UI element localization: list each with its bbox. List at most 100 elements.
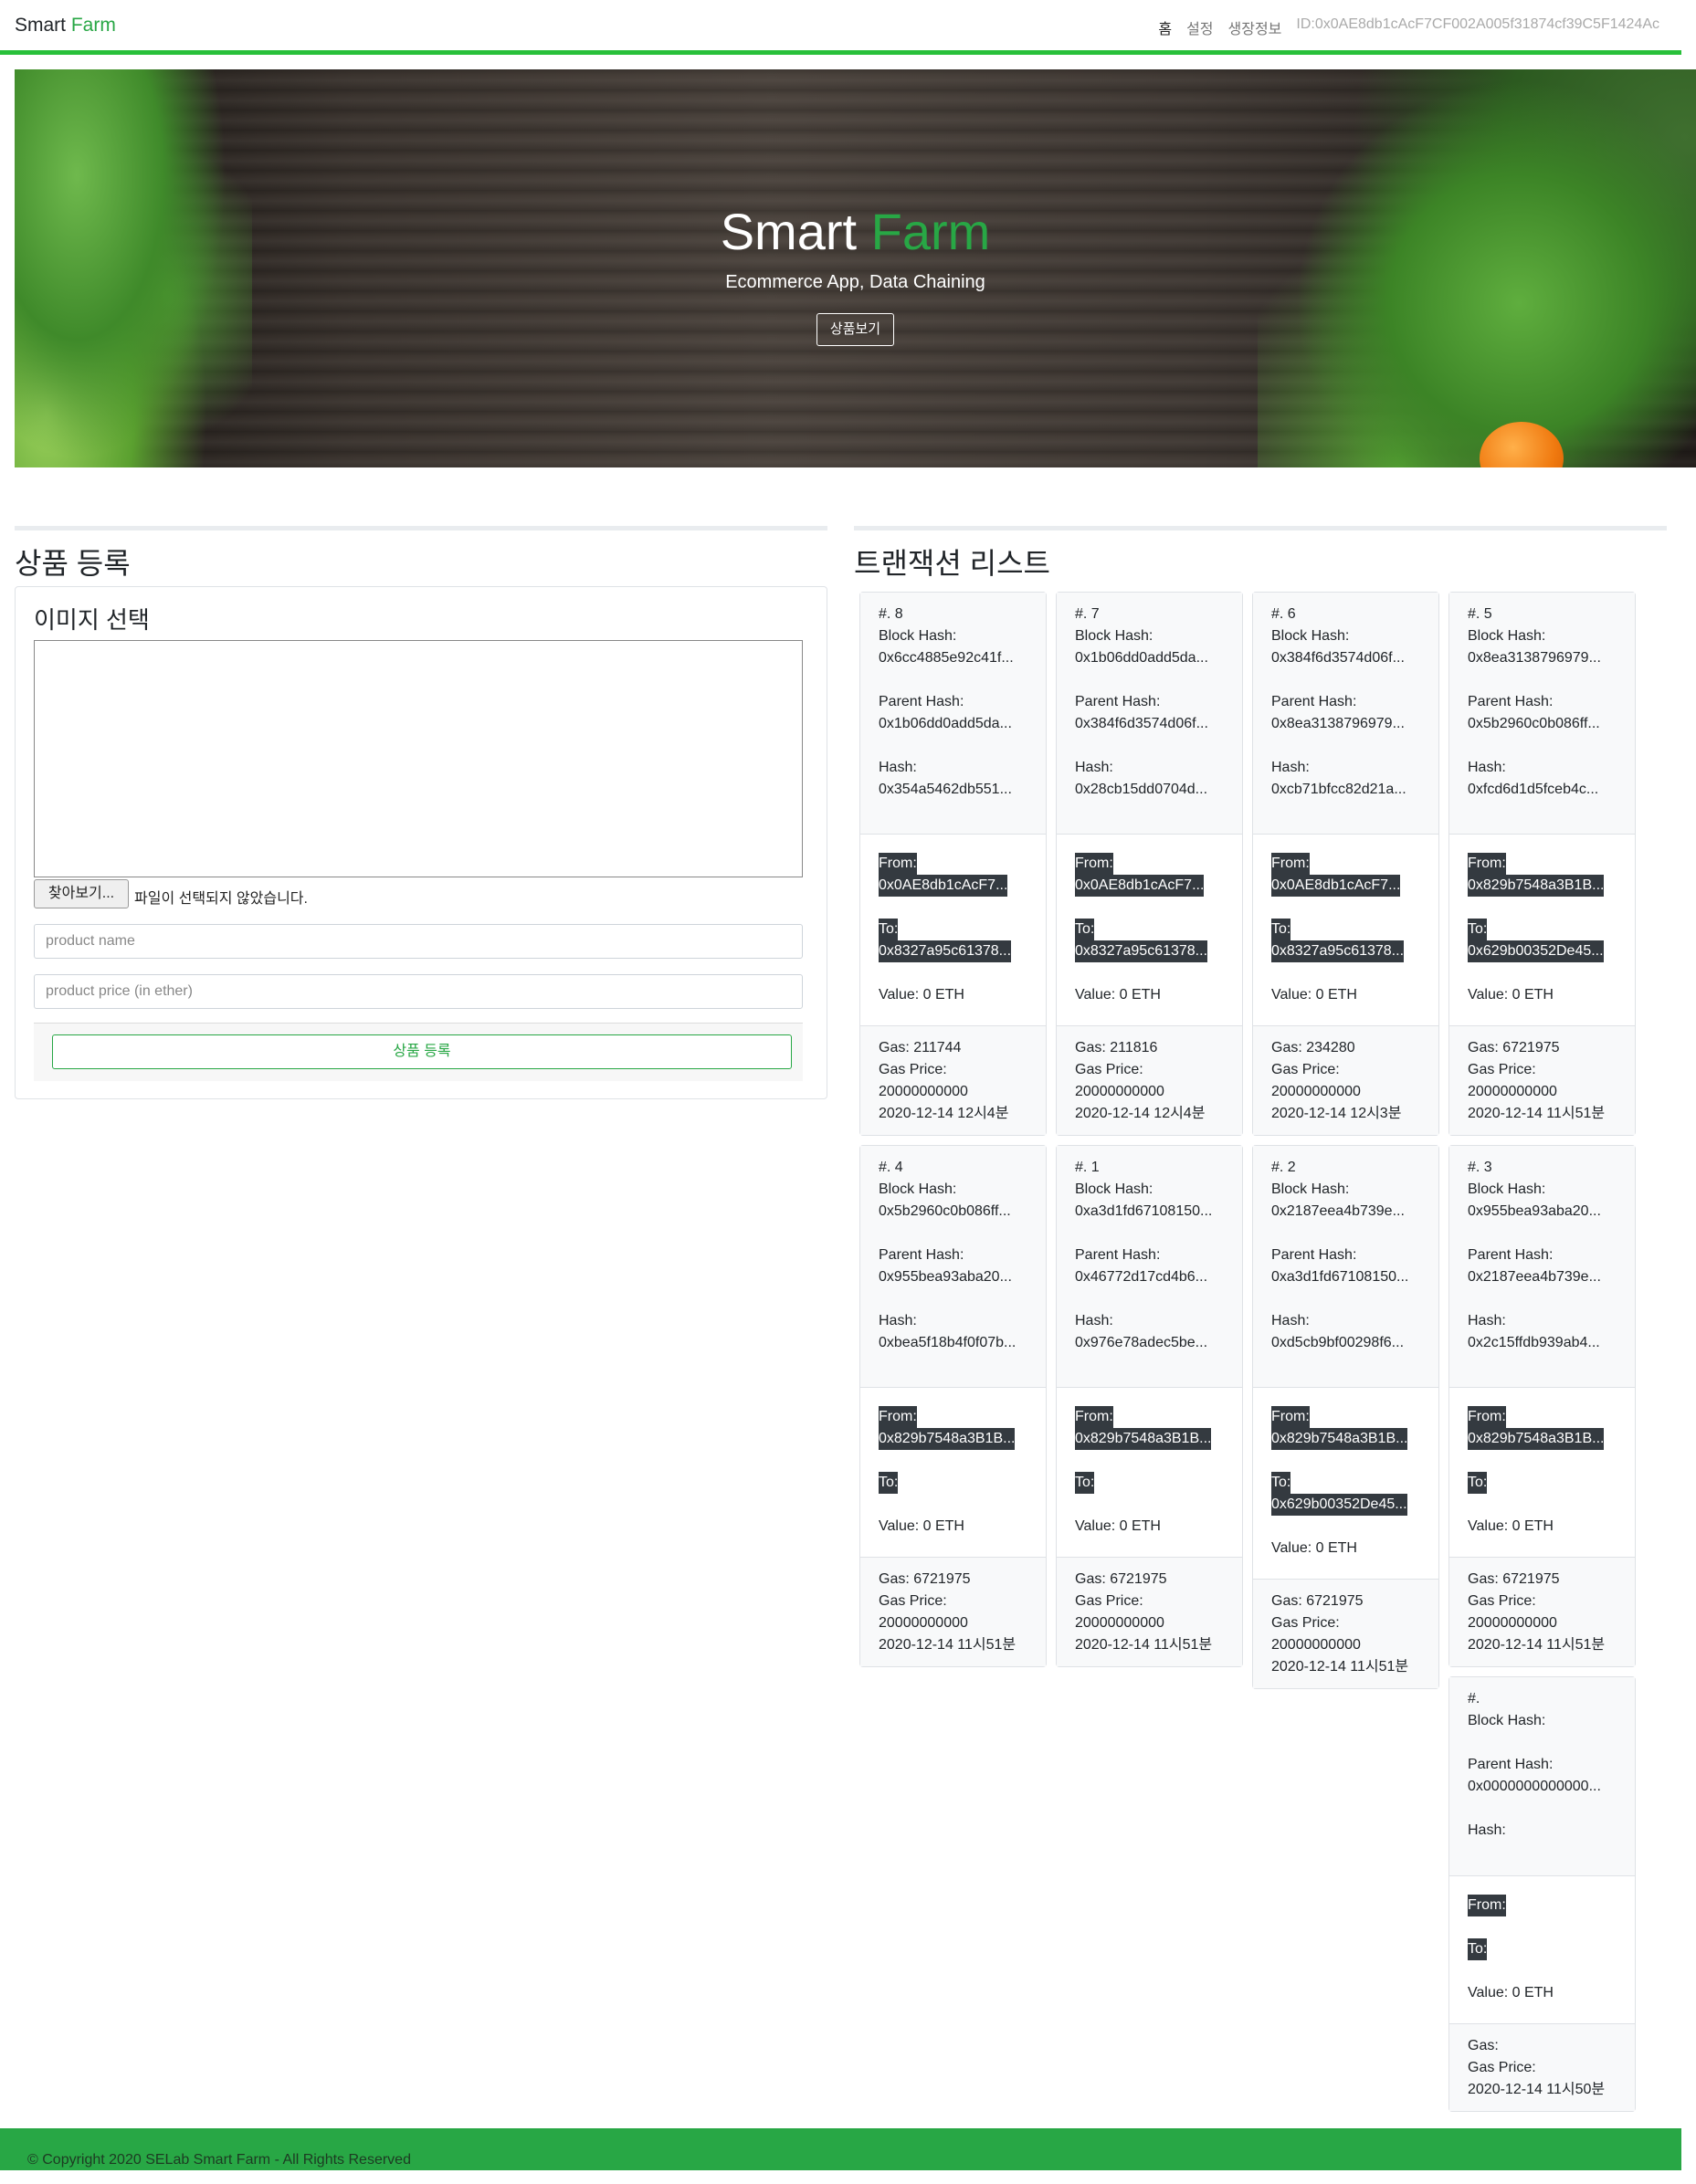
tx-card: #. 3 Block Hash: 0x955bea93aba20... Pare… bbox=[1448, 1145, 1636, 1667]
block-hash-label: Block Hash: bbox=[1468, 1181, 1546, 1197]
gas-price-label: Gas Price: bbox=[879, 1593, 947, 1609]
to-label: To: bbox=[1075, 919, 1095, 940]
gas-value: Gas: 6721975 bbox=[1468, 1571, 1560, 1587]
tx-value: Value: 0 ETH bbox=[879, 987, 964, 1003]
block-hash-value: 0x6cc4885e92c41f... bbox=[879, 650, 1014, 666]
from-address: 0x829b7548a3B1B... bbox=[879, 1428, 1016, 1450]
hash-label: Hash: bbox=[1271, 1313, 1310, 1328]
gas-price-label: Gas Price: bbox=[1075, 1593, 1143, 1609]
tx-card: #. 8 Block Hash: 0x6cc4885e92c41f... Par… bbox=[859, 592, 1047, 1136]
hash-label: Hash: bbox=[879, 760, 917, 775]
navbar: Smart Farm 홈 설정 생장정보 ID:0x0AE8db1cAcF7CF… bbox=[0, 0, 1681, 55]
tx-number: #. 8 bbox=[879, 606, 903, 622]
tx-card: #. 5 Block Hash: 0x8ea3138796979... Pare… bbox=[1448, 592, 1636, 1136]
gas-value: Gas: 6721975 bbox=[1271, 1593, 1364, 1609]
register-product-button[interactable]: 상품 등록 bbox=[52, 1034, 792, 1069]
from-label: From: bbox=[879, 853, 917, 875]
nav-link-settings[interactable]: 설정 bbox=[1186, 16, 1213, 38]
parent-hash-value: 0x2187eea4b739e... bbox=[1468, 1269, 1601, 1285]
gas-price-label: Gas Price: bbox=[1468, 1062, 1536, 1077]
copyright-text: © Copyright 2020 SELab Smart Farm - All … bbox=[27, 2152, 411, 2168]
gas-value: Gas: bbox=[1468, 2038, 1499, 2053]
block-hash-label: Block Hash: bbox=[879, 1181, 957, 1197]
block-hash-label: Block Hash: bbox=[1075, 628, 1153, 644]
hash-label: Hash: bbox=[879, 1313, 917, 1328]
hash-value: 0xfcd6d1d5fceb4c... bbox=[1468, 782, 1599, 797]
parent-hash-label: Parent Hash: bbox=[1468, 1757, 1554, 1772]
tx-number: #. 5 bbox=[1468, 606, 1492, 622]
block-hash-value: 0x2187eea4b739e... bbox=[1271, 1203, 1405, 1219]
hash-label: Hash: bbox=[1468, 1822, 1506, 1838]
tx-value: Value: 0 ETH bbox=[1468, 987, 1554, 1003]
parent-hash-value: 0x955bea93aba20... bbox=[879, 1269, 1012, 1285]
from-label: From: bbox=[1075, 853, 1113, 875]
hero-title-main: Smart bbox=[720, 203, 858, 260]
hash-label: Hash: bbox=[1468, 760, 1506, 775]
tx-card: #. 1 Block Hash: 0xa3d1fd67108150... Par… bbox=[1056, 1145, 1243, 1667]
hash-label: Hash: bbox=[1468, 1313, 1506, 1328]
nav-link-home[interactable]: 홈 bbox=[1158, 16, 1172, 38]
gas-price-label: Gas Price: bbox=[1468, 1593, 1536, 1609]
file-status-text: 파일이 선택되지 않았습니다. bbox=[134, 891, 308, 907]
page-footer: © Copyright 2020 SELab Smart Farm - All … bbox=[0, 2128, 1681, 2170]
block-hash-label: Block Hash: bbox=[1468, 628, 1546, 644]
block-hash-label: Block Hash: bbox=[879, 628, 957, 644]
to-address: 0x8327a95c61378... bbox=[879, 940, 1012, 962]
to-label: To: bbox=[1468, 1938, 1488, 1960]
hero-banner: Smart Farm Ecommerce App, Data Chaining … bbox=[15, 69, 1696, 467]
block-hash-value: 0xa3d1fd67108150... bbox=[1075, 1203, 1213, 1219]
brand-logo[interactable]: Smart Farm bbox=[15, 15, 116, 37]
gas-price-value: 20000000000 bbox=[1075, 1084, 1164, 1099]
hero-vegetables-right-image bbox=[1258, 69, 1696, 467]
gas-price-label: Gas Price: bbox=[1468, 2060, 1536, 2075]
hash-label: Hash: bbox=[1075, 760, 1113, 775]
parent-hash-label: Parent Hash: bbox=[879, 1247, 964, 1263]
gas-price-label: Gas Price: bbox=[1075, 1062, 1143, 1077]
file-browse-button[interactable]: 찾아보기... bbox=[34, 879, 129, 908]
view-products-button[interactable]: 상품보기 bbox=[816, 313, 894, 346]
tx-timestamp: 2020-12-14 11시51분 bbox=[1075, 1637, 1213, 1653]
to-label: To: bbox=[1468, 1472, 1488, 1494]
gas-value: Gas: 211816 bbox=[1075, 1040, 1158, 1055]
parent-hash-label: Parent Hash: bbox=[1468, 1247, 1554, 1263]
block-hash-value: 0x8ea3138796979... bbox=[1468, 650, 1601, 666]
tx-value: Value: 0 ETH bbox=[1075, 987, 1161, 1003]
parent-hash-value: 0x1b06dd0add5da... bbox=[879, 716, 1012, 731]
to-label: To: bbox=[1271, 919, 1291, 940]
parent-hash-label: Parent Hash: bbox=[1468, 694, 1554, 709]
brand-accent-text: Farm bbox=[70, 15, 116, 36]
from-label: From: bbox=[1271, 1406, 1310, 1428]
hash-value: 0x28cb15dd0704d... bbox=[1075, 782, 1208, 797]
product-name-input[interactable]: product name bbox=[34, 924, 803, 959]
product-price-input[interactable]: product price (in ether) bbox=[34, 974, 803, 1009]
parent-hash-label: Parent Hash: bbox=[1075, 694, 1161, 709]
block-hash-value: 0x1b06dd0add5da... bbox=[1075, 650, 1208, 666]
brand-text: Smart bbox=[15, 15, 67, 36]
gas-value: Gas: 234280 bbox=[1271, 1040, 1355, 1055]
to-label: To: bbox=[1271, 1472, 1291, 1494]
parent-hash-value: 0x46772d17cd4b6... bbox=[1075, 1269, 1208, 1285]
gas-value: Gas: 6721975 bbox=[1468, 1040, 1560, 1055]
gas-price-value: 20000000000 bbox=[879, 1084, 968, 1099]
gas-price-value: 20000000000 bbox=[1075, 1615, 1164, 1631]
nav-link-growth-info[interactable]: 생장정보 bbox=[1228, 16, 1282, 38]
tx-number: #. 4 bbox=[879, 1160, 903, 1175]
parent-hash-label: Parent Hash: bbox=[879, 694, 964, 709]
block-hash-label: Block Hash: bbox=[1271, 628, 1350, 644]
to-label: To: bbox=[879, 919, 899, 940]
from-label: From: bbox=[1075, 1406, 1113, 1428]
gas-value: Gas: 6721975 bbox=[1075, 1571, 1167, 1587]
parent-hash-label: Parent Hash: bbox=[1271, 1247, 1357, 1263]
to-address: 0x629b00352De45... bbox=[1468, 940, 1604, 962]
gas-price-value: 20000000000 bbox=[1468, 1615, 1557, 1631]
gas-price-label: Gas Price: bbox=[1271, 1062, 1340, 1077]
from-label: From: bbox=[1271, 853, 1310, 875]
from-label: From: bbox=[879, 1406, 917, 1428]
tx-timestamp: 2020-12-14 11시51분 bbox=[1271, 1659, 1409, 1675]
parent-hash-value: 0x8ea3138796979... bbox=[1271, 716, 1405, 731]
tx-number: #. 3 bbox=[1468, 1160, 1492, 1175]
tx-number: #. 6 bbox=[1271, 606, 1296, 622]
from-address: 0x0AE8db1cAcF7... bbox=[1271, 875, 1401, 897]
tx-number: #. bbox=[1468, 1691, 1480, 1706]
tx-value: Value: 0 ETH bbox=[1271, 987, 1357, 1003]
